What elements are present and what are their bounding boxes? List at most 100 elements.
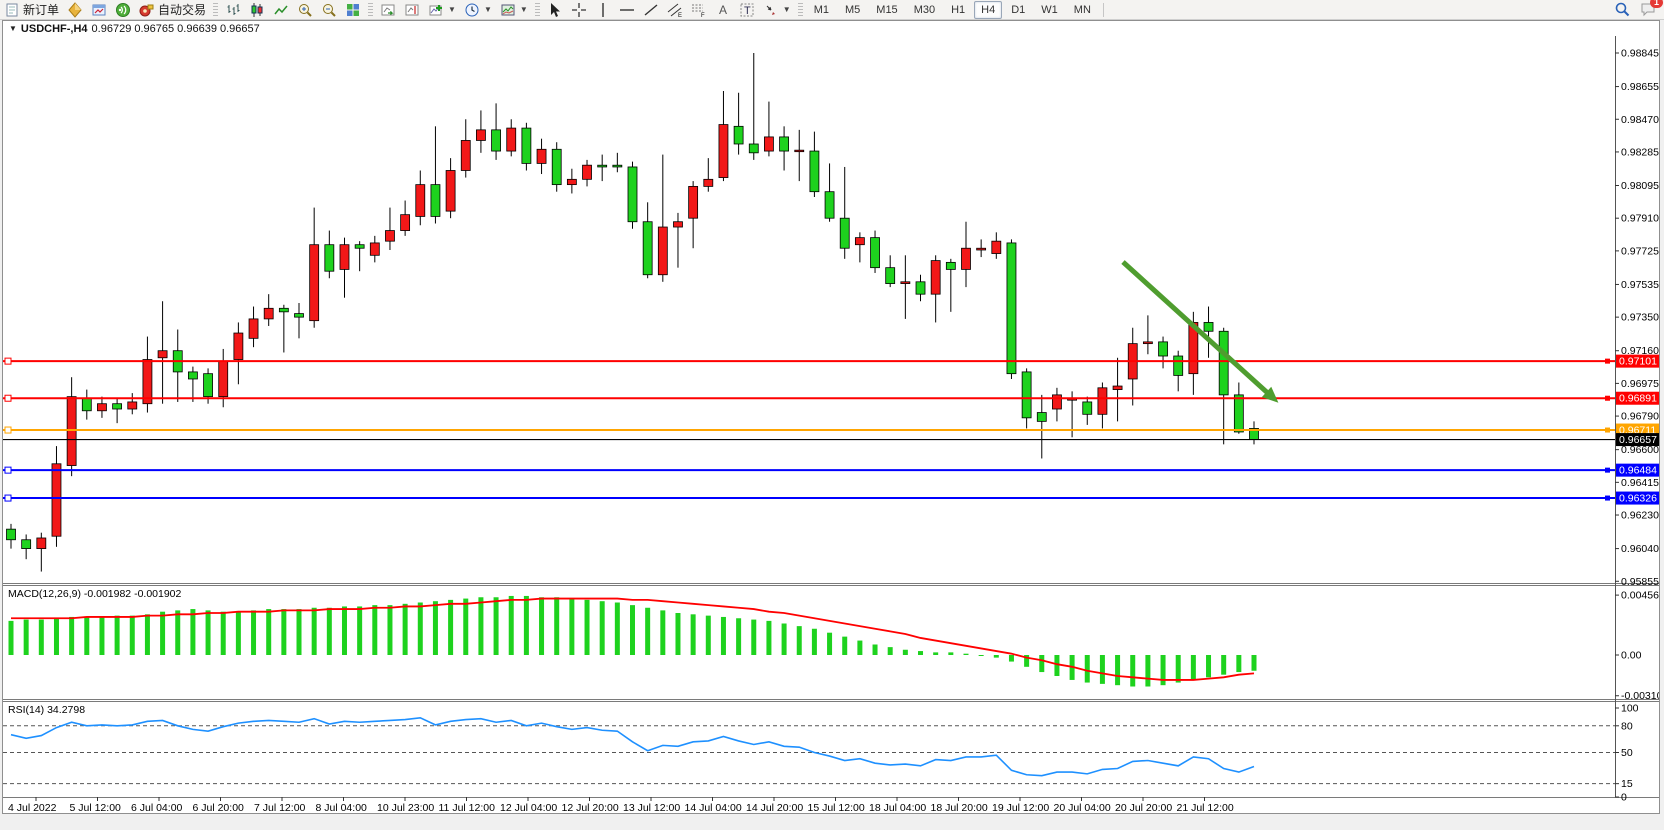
macd-bar: [372, 605, 377, 655]
line-handle[interactable]: [5, 467, 11, 473]
indicators-button[interactable]: ▼: [424, 1, 460, 19]
timeframe-button-h1[interactable]: H1: [944, 1, 972, 19]
macd-bar: [448, 600, 453, 655]
candle-body-down: [522, 128, 531, 163]
zoom-out-button[interactable]: [317, 1, 341, 19]
candle-body-up: [401, 215, 410, 231]
chart-shift-button[interactable]: [400, 1, 424, 19]
line-handle[interactable]: [1605, 396, 1610, 401]
macd-bar: [630, 605, 635, 655]
timeframe-button-mn[interactable]: MN: [1067, 1, 1098, 19]
line-handle[interactable]: [1605, 468, 1610, 473]
collapse-icon[interactable]: ▼: [9, 24, 17, 33]
crosshair-button[interactable]: [567, 1, 591, 19]
macd-bar: [9, 621, 14, 655]
macd-bar: [509, 596, 514, 655]
macd-bar: [266, 609, 271, 655]
candle-body-down: [431, 185, 440, 217]
auto-scroll-button[interactable]: [376, 1, 400, 19]
timeframe-button-h4[interactable]: H4: [974, 1, 1002, 19]
timeframe-button-m15[interactable]: M15: [869, 1, 904, 19]
macd-bar: [706, 616, 711, 655]
periods-button[interactable]: ▼: [460, 1, 496, 19]
macd-bar: [857, 641, 862, 655]
line-handle[interactable]: [5, 395, 11, 401]
candle-body-up: [931, 261, 940, 295]
rsi-tick-label: 15: [1621, 778, 1633, 790]
search-icon[interactable]: [1614, 1, 1630, 17]
horizontal-line-button[interactable]: [615, 1, 639, 19]
tile-windows-button[interactable]: [341, 1, 365, 19]
templates-button[interactable]: ▼: [496, 1, 532, 19]
vertical-line-button[interactable]: [591, 1, 615, 19]
cursor-button[interactable]: [543, 1, 567, 19]
candle-body-down: [188, 372, 197, 379]
svg-text:0.97101: 0.97101: [1619, 356, 1657, 368]
candle-body-up: [977, 248, 986, 250]
svg-text:T: T: [744, 5, 751, 17]
macd-bar: [1236, 655, 1241, 672]
arrows-button[interactable]: ▼: [759, 1, 795, 19]
trendline-button[interactable]: [639, 1, 663, 19]
macd-bar: [554, 597, 559, 655]
timeframe-button-m30[interactable]: M30: [907, 1, 942, 19]
candle-body-down: [325, 245, 334, 272]
toolbar-grip: [798, 3, 803, 17]
toolbar-separator: [1103, 3, 1104, 17]
signals-button[interactable]: [111, 1, 135, 19]
toolbar-grip: [213, 3, 218, 17]
notifications-button[interactable]: 1: [1640, 1, 1656, 17]
chevron-down-icon: ▼: [484, 5, 492, 14]
timeframe-button-m5[interactable]: M5: [838, 1, 867, 19]
macd-bar: [1009, 655, 1014, 662]
chart-window-icon: [91, 2, 107, 18]
candle-body-up: [385, 231, 394, 242]
timeframe-button-w1[interactable]: W1: [1034, 1, 1065, 19]
time-tick-label: 13 Jul 12:00: [623, 802, 680, 813]
macd-bar: [1191, 655, 1196, 680]
line-handle[interactable]: [5, 495, 11, 501]
candlestick-chart-button[interactable]: [245, 1, 269, 19]
line-handle[interactable]: [1605, 496, 1610, 501]
chart-title-row: ▼ USDCHF-,H4 0.96729 0.96765 0.96639 0.9…: [3, 21, 1659, 36]
new-order-button[interactable]: 新订单: [0, 1, 63, 19]
line-chart-button[interactable]: [269, 1, 293, 19]
macd-bar: [675, 613, 680, 655]
timeframe-button-d1[interactable]: D1: [1004, 1, 1032, 19]
candle-body-down: [1037, 413, 1046, 422]
auto-trading-button[interactable]: 自动交易: [135, 1, 210, 19]
candle-body-up: [992, 241, 1001, 253]
equidistant-channel-button[interactable]: E: [663, 1, 687, 19]
candle-body-up: [52, 464, 61, 536]
chart-symbol-period: USDCHF-,H4: [21, 23, 88, 35]
line-handle[interactable]: [1605, 428, 1610, 433]
price-chart[interactable]: 0.988450.986550.984700.982850.980950.979…: [3, 36, 1659, 813]
price-tick-label: 0.97535: [1621, 279, 1659, 291]
candle-body-up: [128, 402, 137, 409]
macd-bar: [24, 620, 29, 655]
candle-body-up: [37, 538, 46, 549]
crosshair-icon: [571, 2, 587, 18]
line-handle[interactable]: [1605, 359, 1610, 364]
candle-body-up: [143, 360, 152, 404]
new-chart-button[interactable]: [87, 1, 111, 19]
candle-body-up: [97, 404, 106, 411]
time-tick-label: 15 Jul 12:00: [808, 802, 865, 813]
fibonacci-button[interactable]: F: [687, 1, 711, 19]
candle-body-down: [295, 314, 304, 318]
macd-bar: [797, 626, 802, 655]
bar-chart-button[interactable]: [221, 1, 245, 19]
text-button[interactable]: A: [711, 1, 735, 19]
zoom-in-button[interactable]: [293, 1, 317, 19]
bar-chart-icon: [225, 2, 241, 18]
alerts-button[interactable]: [63, 1, 87, 19]
equidistant-channel-icon: E: [667, 2, 683, 18]
line-handle[interactable]: [5, 358, 11, 364]
text-label-button[interactable]: T: [735, 1, 759, 19]
price-tick-label: 0.97350: [1621, 312, 1659, 324]
candle-body-down: [1022, 372, 1031, 418]
trendline-icon: [643, 2, 659, 18]
timeframe-button-m1[interactable]: M1: [807, 1, 836, 19]
line-handle[interactable]: [5, 427, 11, 433]
line-chart-icon: [273, 2, 289, 18]
